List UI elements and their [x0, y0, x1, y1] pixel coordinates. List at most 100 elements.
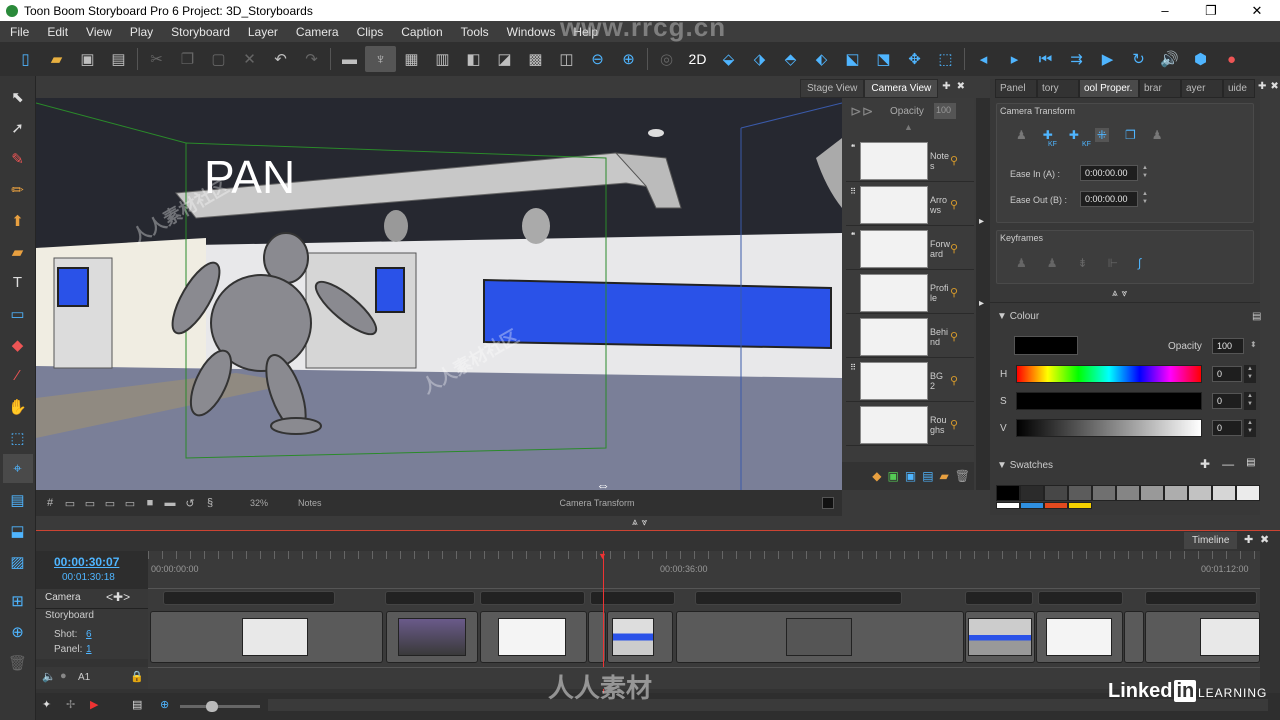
shape-tool-icon[interactable]: ▭ [3, 299, 33, 328]
first-frame-icon[interactable]: ⏮ [1030, 46, 1061, 72]
opacity-spinner[interactable]: ⬍ [1250, 340, 1257, 349]
camera-segment[interactable] [1145, 591, 1257, 605]
close-button[interactable]: ✕ [1234, 0, 1280, 21]
saturation-slider[interactable] [1016, 392, 1202, 410]
menu-windows[interactable]: Windows [497, 25, 564, 39]
saturation-field[interactable]: 0 [1212, 393, 1242, 409]
3d-mode-icon[interactable]: ◎ [651, 46, 682, 72]
loop-icon[interactable]: ↻ [1123, 46, 1154, 72]
add-view-icon[interactable]: ✚ [938, 79, 954, 98]
frame-icon[interactable]: ▭ [80, 497, 100, 510]
delete-icon[interactable]: ✕ [234, 46, 265, 72]
value-spinner[interactable]: ▲ ▼ [1244, 419, 1256, 437]
menu-layer[interactable]: Layer [238, 25, 286, 39]
copy-keyframe-icon[interactable]: ❐ [1125, 128, 1136, 142]
menu-view[interactable]: View [76, 25, 120, 39]
zoom-level[interactable]: 32% [250, 498, 268, 508]
colour-menu-icon[interactable]: ▤ [1252, 311, 1261, 322]
layer-row[interactable]: Roughs ⚲ [846, 404, 974, 446]
save-icon[interactable]: ▣ [72, 46, 103, 72]
dropper-tool-icon[interactable]: ⁄ [3, 361, 33, 390]
layer-row[interactable]: Profile ⚲ [846, 272, 974, 314]
remove-swatch-icon[interactable]: — [1222, 457, 1234, 471]
previous-panel-icon[interactable]: ◂ [968, 46, 999, 72]
swatches-title[interactable]: ▼ Swatches [997, 460, 1053, 471]
layer-tool-icon[interactable]: ▤ [3, 485, 33, 514]
light-table-icon[interactable]: ♆ [365, 46, 396, 72]
colour-opacity-field[interactable]: 100 [1212, 338, 1244, 354]
sound-icon[interactable]: 🔊 [1154, 46, 1185, 72]
close-timeline-tab-icon[interactable]: ✖ [1260, 533, 1269, 546]
camera3-icon[interactable]: ⬘ [775, 46, 806, 72]
onion-skin-icon[interactable]: § [200, 497, 220, 509]
minimize-button[interactable]: – [1142, 0, 1188, 21]
camera-icon[interactable]: ⬙ [713, 46, 744, 72]
hand-tool-icon[interactable]: ✋ [3, 392, 33, 421]
lock-audio-icon[interactable]: 🔒 [130, 670, 144, 683]
lock-icon[interactable]: ⚲ [950, 286, 960, 299]
panel-value[interactable]: 1 [86, 644, 92, 655]
splitter[interactable]: ▸ ▸ [976, 98, 990, 490]
menu-caption[interactable]: Caption [391, 25, 450, 39]
save-all-icon[interactable]: ▤ [103, 46, 134, 72]
camera-segment[interactable] [965, 591, 1033, 605]
layer-row[interactable]: ❝ Notes ⚲ [846, 140, 974, 182]
add-timeline-tab-icon[interactable]: ✚ [1244, 533, 1253, 546]
kf-ease2-icon[interactable]: ⇟ [1078, 256, 1088, 270]
tab-library[interactable]: brar [1139, 79, 1181, 98]
reset-rotation-icon[interactable]: ↺ [180, 497, 200, 510]
tab-guides[interactable]: uide [1223, 79, 1255, 98]
playhead-handle[interactable]: ▼ [598, 551, 607, 561]
hue-slider[interactable] [1016, 365, 1202, 383]
select-tool-icon[interactable]: ⬉ [3, 82, 33, 111]
menu-edit[interactable]: Edit [37, 25, 76, 39]
transform-tool-icon[interactable]: ⬚ [3, 423, 33, 452]
3d-tool-icon[interactable]: ⬓ [3, 516, 33, 545]
add-swatch-icon[interactable]: ✚ [1200, 457, 1210, 471]
contour-tool-icon[interactable]: ➚ [3, 113, 33, 142]
colour-swatch[interactable] [996, 485, 1020, 501]
maximize-button[interactable]: ❐ [1188, 0, 1234, 21]
notes-label[interactable]: Notes [298, 498, 322, 508]
lock-icon[interactable]: ⚲ [950, 198, 960, 211]
layer-row[interactable]: ❝ Forward ⚲ [846, 228, 974, 270]
colour-swatch[interactable] [1092, 485, 1116, 501]
time-ruler[interactable]: 00:00:00:00 00:00:36:00 00:01:12:00 [148, 551, 1260, 589]
add-folder-icon[interactable]: ▰ [940, 469, 949, 483]
camera6-icon[interactable]: ⬔ [868, 46, 899, 72]
layer-row[interactable]: ⠿ BG 2 ⚲ [846, 360, 974, 402]
value-field[interactable]: 0 [1212, 420, 1242, 436]
camera7-icon[interactable]: ✥ [899, 46, 930, 72]
trash-icon[interactable]: 🗑 [3, 648, 33, 677]
keyframe-icon[interactable]: ♟ [1016, 128, 1027, 142]
colour-swatch[interactable] [1212, 485, 1236, 501]
camera-keyframe-icon[interactable]: ⁜ [1094, 128, 1109, 142]
tab-panel[interactable]: Panel [995, 79, 1037, 98]
ease-in-spinner[interactable]: ▲ ▼ [1142, 164, 1148, 180]
camera-segment[interactable] [385, 591, 475, 605]
colour-swatch[interactable] [1044, 485, 1068, 501]
delete-layer-icon[interactable]: 🗑 [955, 469, 970, 483]
panel-clip[interactable] [1124, 611, 1144, 663]
paste-keyframe-icon[interactable]: ♟ [1152, 128, 1163, 142]
swatch-menu-icon[interactable]: ▤ [1246, 457, 1255, 471]
lock-icon[interactable]: ⚲ [950, 418, 960, 431]
paint-tool-icon[interactable]: ⬆ [3, 206, 33, 235]
ease-out-spinner[interactable]: ▲ ▼ [1142, 190, 1148, 206]
frame3-icon[interactable]: ▭ [120, 497, 140, 510]
visibility-icon[interactable]: ⠿ [850, 363, 856, 372]
camera-segment[interactable] [1038, 591, 1123, 605]
current-colour-swatch[interactable] [1014, 336, 1078, 355]
kf-ease-icon[interactable]: ♟ [1047, 256, 1058, 270]
colour-swatch[interactable] [1044, 502, 1068, 509]
hue-field[interactable]: 0 [1212, 366, 1242, 382]
menu-tools[interactable]: Tools [451, 25, 497, 39]
colour-swatch[interactable] [1020, 485, 1044, 501]
open-project-icon[interactable]: ▰ [41, 46, 72, 72]
value-slider[interactable] [1016, 419, 1202, 437]
lock-icon[interactable]: ⚲ [950, 374, 960, 387]
add-layer-icon[interactable]: ◆ [872, 469, 881, 483]
frame2-icon[interactable]: ▭ [100, 497, 120, 510]
add-bitmap-layer-icon[interactable]: ▣ [905, 469, 916, 483]
add-scene-icon[interactable]: ⊕ [3, 617, 33, 646]
